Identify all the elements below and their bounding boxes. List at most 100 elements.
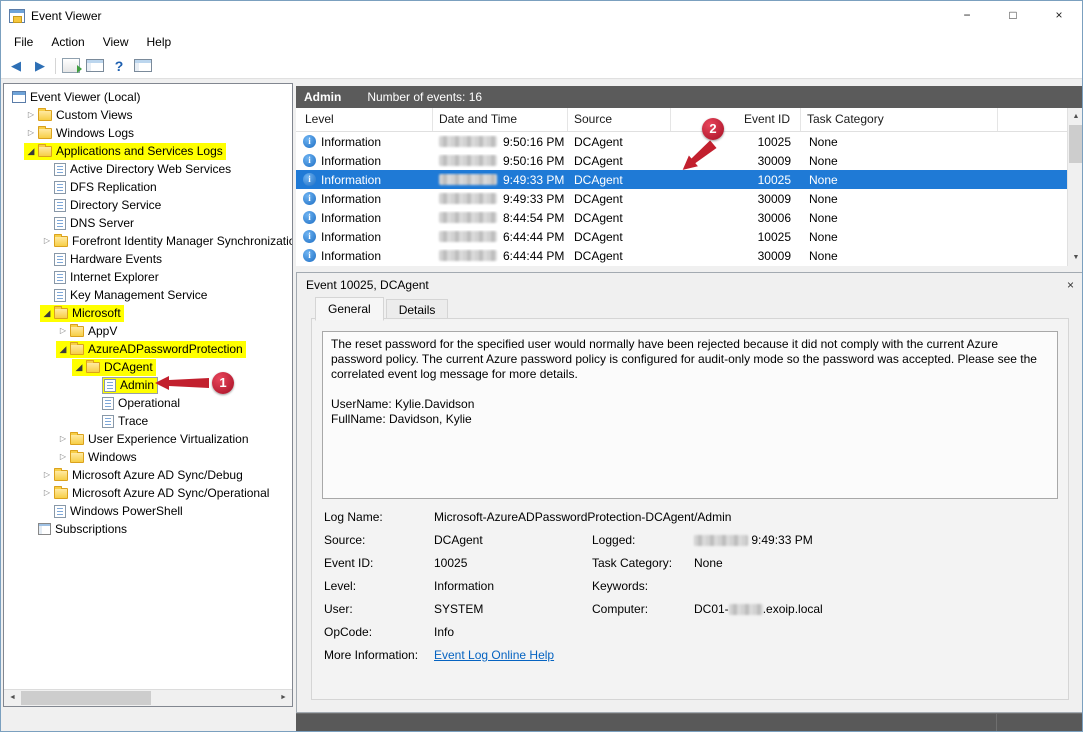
column-header-event-id[interactable]: Event ID bbox=[671, 108, 801, 131]
tree-item-content: Operational bbox=[102, 395, 183, 412]
event-detail-pane: Event 10025, DCAgent × GeneralDetails Th… bbox=[296, 272, 1083, 713]
tree-item-microsoft-azure-ad-sync-debug[interactable]: ▷Microsoft Azure AD Sync/Debug bbox=[4, 466, 292, 484]
maximize-button[interactable]: □ bbox=[990, 1, 1036, 30]
event-row[interactable]: iInformation6:44:44 PMDCAgent30009None bbox=[296, 246, 1067, 265]
tree-item-directory-service[interactable]: Directory Service bbox=[4, 196, 292, 214]
event-row[interactable]: iInformation6:44:44 PMDCAgent10025None bbox=[296, 227, 1067, 246]
chevron-collapsed-icon[interactable]: ▷ bbox=[56, 430, 70, 448]
tree-item-windows-powershell[interactable]: Windows PowerShell bbox=[4, 502, 292, 520]
column-header-date-and-time[interactable]: Date and Time bbox=[433, 108, 568, 131]
forward-icon[interactable]: ▶ bbox=[31, 57, 49, 75]
scroll-right-icon[interactable]: ► bbox=[275, 690, 292, 706]
tree-item-appv[interactable]: ▷AppV bbox=[4, 322, 292, 340]
event-level-text: Information bbox=[321, 211, 381, 225]
chevron-collapsed-icon[interactable]: ▷ bbox=[40, 232, 54, 250]
event-source-cell: DCAgent bbox=[568, 154, 671, 168]
event-row[interactable]: iInformation8:44:54 PMDCAgent30006None bbox=[296, 208, 1067, 227]
folder-icon bbox=[54, 308, 68, 319]
column-header-task-category[interactable]: Task Category bbox=[801, 108, 998, 131]
scrollbar-thumb[interactable] bbox=[21, 691, 151, 705]
column-header-level[interactable]: Level bbox=[296, 108, 433, 131]
events-vertical-scrollbar[interactable]: ▲ ▼ bbox=[1067, 108, 1083, 266]
minimize-button[interactable]: − bbox=[944, 1, 990, 30]
bottom-strip-divider bbox=[996, 714, 997, 732]
tree-item-custom-views[interactable]: ▷ Custom Views bbox=[4, 106, 292, 124]
close-button[interactable]: × bbox=[1036, 1, 1082, 30]
help-icon[interactable]: ? bbox=[110, 57, 128, 75]
chevron-collapsed-icon[interactable]: ▷ bbox=[56, 448, 70, 466]
event-row[interactable]: iInformation9:49:33 PMDCAgent30009None bbox=[296, 189, 1067, 208]
chevron-collapsed-icon[interactable]: ▷ bbox=[40, 466, 54, 484]
event-datetime-cell: 6:44:44 PM bbox=[433, 249, 568, 263]
folder-icon bbox=[70, 452, 84, 463]
tree-item-subscriptions[interactable]: Subscriptions bbox=[4, 520, 292, 538]
general-tab-page: The reset password for the specified use… bbox=[311, 318, 1069, 700]
tree-item-dns-server[interactable]: DNS Server bbox=[4, 214, 292, 232]
scrollbar-thumb[interactable] bbox=[1069, 125, 1083, 163]
tree-horizontal-scrollbar[interactable]: ◄ ► bbox=[4, 689, 292, 706]
tree-item-active-directory-web-services[interactable]: Active Directory Web Services bbox=[4, 160, 292, 178]
menu-view[interactable]: View bbox=[94, 32, 138, 52]
tree-item-windows[interactable]: ▷Windows bbox=[4, 448, 292, 466]
menu-action[interactable]: Action bbox=[42, 32, 93, 52]
tree-item-internet-explorer[interactable]: Internet Explorer bbox=[4, 268, 292, 286]
toolbar-separator bbox=[55, 58, 56, 74]
events-header-title: Admin bbox=[304, 90, 341, 104]
chevron-expanded-icon[interactable]: ◢ bbox=[40, 304, 54, 322]
computer-suffix: .exoip.local bbox=[763, 602, 823, 616]
tree-item-dcagent[interactable]: ◢DCAgent bbox=[4, 358, 292, 376]
tree-item-microsoft-azure-ad-sync-operational[interactable]: ▷Microsoft Azure AD Sync/Operational bbox=[4, 484, 292, 502]
app-icon bbox=[9, 9, 25, 23]
tree-item-key-management-service[interactable]: Key Management Service bbox=[4, 286, 292, 304]
console-tree-icon[interactable] bbox=[86, 59, 104, 72]
column-header-filler bbox=[998, 108, 1067, 131]
chevron-collapsed-icon[interactable]: ▷ bbox=[24, 124, 38, 142]
menu-help[interactable]: Help bbox=[138, 32, 181, 52]
log-icon bbox=[102, 415, 114, 428]
chevron-expanded-icon[interactable]: ◢ bbox=[56, 340, 70, 358]
open-saved-log-icon[interactable] bbox=[62, 58, 80, 73]
event-row[interactable]: iInformation9:49:33 PMDCAgent10025None bbox=[296, 170, 1067, 189]
folder-icon bbox=[54, 470, 68, 481]
menu-file[interactable]: File bbox=[5, 32, 42, 52]
tree-item-trace[interactable]: Trace bbox=[4, 412, 292, 430]
folder-icon bbox=[86, 362, 100, 373]
tree-item-content: ▷User Experience Virtualization bbox=[56, 431, 252, 448]
tree-item-user-experience-virtualization[interactable]: ▷User Experience Virtualization bbox=[4, 430, 292, 448]
tree-item-admin[interactable]: Admin bbox=[4, 376, 292, 394]
chevron-expanded-icon[interactable]: ◢ bbox=[24, 142, 38, 160]
annotation-badge-1: 1 bbox=[212, 372, 234, 394]
event-log-online-help-link[interactable]: Event Log Online Help bbox=[434, 648, 554, 662]
scroll-up-icon[interactable]: ▲ bbox=[1068, 108, 1083, 125]
event-id-cell: 10025 bbox=[671, 230, 801, 244]
chevron-expanded-icon[interactable]: ◢ bbox=[72, 358, 86, 376]
tree-item-forefront-identity-manager-synchronization[interactable]: ▷Forefront Identity Manager Synchronizat… bbox=[4, 232, 292, 250]
tree-item-operational[interactable]: Operational bbox=[4, 394, 292, 412]
tree-item-applications-and-services-logs[interactable]: ◢Applications and Services Logs bbox=[4, 142, 292, 160]
close-icon[interactable]: × bbox=[1067, 278, 1074, 292]
tree-item-content: ▷Forefront Identity Manager Synchronizat… bbox=[40, 233, 292, 250]
scroll-left-icon[interactable]: ◄ bbox=[4, 690, 21, 706]
chevron-collapsed-icon[interactable]: ▷ bbox=[56, 322, 70, 340]
information-icon: i bbox=[303, 192, 316, 205]
event-source-cell: DCAgent bbox=[568, 192, 671, 206]
column-header-source[interactable]: Source bbox=[568, 108, 671, 131]
scroll-down-icon[interactable]: ▼ bbox=[1068, 249, 1083, 266]
tree-item-hardware-events[interactable]: Hardware Events bbox=[4, 250, 292, 268]
back-icon[interactable]: ◀ bbox=[7, 57, 25, 75]
action-pane-icon[interactable] bbox=[134, 59, 152, 72]
event-rows: iInformation9:50:16 PMDCAgent10025None iI… bbox=[296, 132, 1067, 265]
tree-item-dfs-replication[interactable]: DFS Replication bbox=[4, 178, 292, 196]
tree-item-microsoft[interactable]: ◢Microsoft bbox=[4, 304, 292, 322]
event-level-cell: iInformation bbox=[296, 249, 433, 263]
chevron-collapsed-icon[interactable]: ▷ bbox=[24, 106, 38, 124]
tree-item-event-viewer-local[interactable]: Event Viewer (Local) bbox=[4, 88, 292, 106]
tree-item-content: ▷Windows bbox=[56, 449, 140, 466]
tree-item-label: Custom Views bbox=[56, 108, 132, 122]
tree-item-windows-logs[interactable]: ▷Windows Logs bbox=[4, 124, 292, 142]
event-row[interactable]: iInformation9:50:16 PMDCAgent10025None bbox=[296, 132, 1067, 151]
tree-item-label: Admin bbox=[120, 378, 154, 392]
tab-general[interactable]: General bbox=[315, 297, 384, 321]
chevron-collapsed-icon[interactable]: ▷ bbox=[40, 484, 54, 502]
tree-item-azureadpasswordprotection[interactable]: ◢AzureADPasswordProtection bbox=[4, 340, 292, 358]
